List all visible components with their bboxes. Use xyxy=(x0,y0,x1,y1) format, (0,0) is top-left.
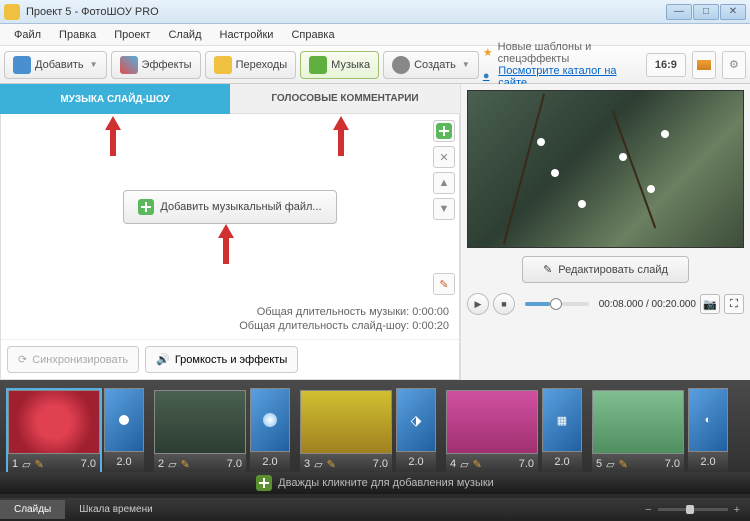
edit-icon: ▱ xyxy=(606,458,614,471)
play-button[interactable]: ▶ xyxy=(467,293,489,315)
preview-panel: ✎ Редактировать слайд ▶ ■ 00:08.000 / 00… xyxy=(460,84,750,380)
sync-icon: ⟳ xyxy=(18,353,27,366)
gear-icon: ⚙ xyxy=(729,58,739,71)
expand-icon: ⛶ xyxy=(730,298,738,311)
transitions-button[interactable]: Переходы xyxy=(205,51,297,79)
slide-thumbnail xyxy=(300,390,392,454)
add-button[interactable]: Добавить▼ xyxy=(4,51,107,79)
slide-thumbnail xyxy=(8,390,100,454)
slide-thumbnail xyxy=(446,390,538,454)
disc-icon xyxy=(392,56,410,74)
playback-controls: ▶ ■ 00:08.000 / 00:20.000 📷 ⛶ xyxy=(467,289,744,319)
camera-icon xyxy=(13,56,31,74)
zoom-control: − + xyxy=(645,504,740,516)
menu-edit[interactable]: Правка xyxy=(51,27,104,43)
pencil-icon: ✎ xyxy=(181,458,190,471)
transition-thumbnail: ▦ xyxy=(542,388,582,452)
globe-icon: ● xyxy=(483,70,495,84)
menu-project[interactable]: Проект xyxy=(106,27,158,43)
music-button[interactable]: Музыка xyxy=(300,51,379,79)
duration-info: Общая длительность музыки: 0:00:00 Общая… xyxy=(1,299,459,339)
slider-thumb[interactable] xyxy=(550,298,562,310)
add-music-file-button[interactable]: Добавить музыкальный файл... xyxy=(123,190,336,224)
create-button[interactable]: Создать▼ xyxy=(383,51,479,79)
edit-slide-button[interactable]: ✎ Редактировать слайд xyxy=(522,256,689,283)
camera-icon: 📷 xyxy=(703,298,717,311)
zoom-slider[interactable] xyxy=(658,508,728,511)
transition-thumbnail: ⬗ xyxy=(396,388,436,452)
minimize-button[interactable]: — xyxy=(666,4,692,20)
edit-icon: ▱ xyxy=(168,458,176,471)
palette-icon xyxy=(120,56,138,74)
sync-button[interactable]: ⟳Синхронизировать xyxy=(7,346,139,373)
bottom-tabbar: Слайды Шкала времени − + xyxy=(0,498,750,521)
transition-thumbnail xyxy=(250,388,290,452)
edit-icon: ▱ xyxy=(22,458,30,471)
pencil-icon: ✎ xyxy=(619,458,628,471)
layout-icon xyxy=(697,60,711,70)
playback-slider[interactable] xyxy=(525,302,589,306)
aspect-ratio-button[interactable]: 16:9 xyxy=(646,53,686,77)
settings-button[interactable]: ⚙ xyxy=(722,51,746,79)
toolbar: Добавить▼ Эффекты Переходы Музыка Создат… xyxy=(0,46,750,84)
promo-block: ★Новые шаблоны и спецэффекты ●Посмотрите… xyxy=(483,41,640,89)
transition-thumbnail xyxy=(104,388,144,452)
tab-slides[interactable]: Слайды xyxy=(0,500,65,519)
edit-icon: ▱ xyxy=(314,458,322,471)
chevron-down-icon: ▼ xyxy=(90,60,98,69)
edit-icon: ▱ xyxy=(460,458,468,471)
star-icon: ★ xyxy=(483,46,495,60)
color-picker-button[interactable]: ✎ xyxy=(433,273,455,295)
chevron-down-icon: ▼ xyxy=(462,60,470,69)
menu-file[interactable]: Файл xyxy=(6,27,49,43)
menu-help[interactable]: Справка xyxy=(283,27,342,43)
star-icon xyxy=(214,56,232,74)
snapshot-button[interactable]: 📷 xyxy=(700,294,720,314)
music-note-icon xyxy=(309,56,327,74)
preview-image xyxy=(467,90,744,248)
window-title: Проект 5 - ФотоШОУ PRO xyxy=(26,6,666,18)
tab-music[interactable]: МУЗЫКА СЛАЙД-ШОУ xyxy=(0,84,230,114)
pencil-icon: ✎ xyxy=(35,458,44,471)
slide-thumbnail xyxy=(592,390,684,454)
app-icon xyxy=(4,4,20,20)
annotation-arrow-icon xyxy=(216,224,236,264)
zoom-in-icon[interactable]: + xyxy=(734,504,740,516)
music-track-hint[interactable]: Дважды кликните для добавления музыки xyxy=(0,472,750,494)
pencil-icon: ✎ xyxy=(473,458,482,471)
slider-thumb[interactable] xyxy=(686,505,694,514)
tab-timescale[interactable]: Шкала времени xyxy=(65,500,166,519)
brush-icon: ✎ xyxy=(439,278,448,291)
pencil-icon: ✎ xyxy=(327,458,336,471)
maximize-button[interactable]: □ xyxy=(693,4,719,20)
pencil-icon: ✎ xyxy=(543,263,552,276)
slide-thumbnail xyxy=(154,390,246,454)
music-panel: МУЗЫКА СЛАЙД-ШОУ ГОЛОСОВЫЕ КОММЕНТАРИИ ✕… xyxy=(0,84,460,380)
timeline: 1▱✎7.0 2.0 2▱✎7.0 2.0 3▱✎7.0 ⬗ 2.0 4▱✎7.… xyxy=(0,380,750,498)
transition-thumbnail: ◐ xyxy=(688,388,728,452)
plus-icon xyxy=(138,199,154,215)
volume-effects-button[interactable]: 🔊Громкость и эффекты xyxy=(145,346,298,373)
fullscreen-button[interactable]: ⛶ xyxy=(724,294,744,314)
time-display: 00:08.000 / 00:20.000 xyxy=(599,299,696,310)
plus-icon xyxy=(256,475,272,491)
effects-button[interactable]: Эффекты xyxy=(111,51,201,79)
zoom-out-icon[interactable]: − xyxy=(645,504,651,516)
titlebar: Проект 5 - ФотоШОУ PRO — □ ✕ xyxy=(0,0,750,24)
stop-button[interactable]: ■ xyxy=(493,293,515,315)
close-button[interactable]: ✕ xyxy=(720,4,746,20)
menu-slide[interactable]: Слайд xyxy=(160,27,209,43)
speaker-icon: 🔊 xyxy=(156,353,170,366)
template-button[interactable] xyxy=(692,51,716,79)
menu-settings[interactable]: Настройки xyxy=(212,27,282,43)
tab-voice[interactable]: ГОЛОСОВЫЕ КОММЕНТАРИИ xyxy=(230,84,460,114)
